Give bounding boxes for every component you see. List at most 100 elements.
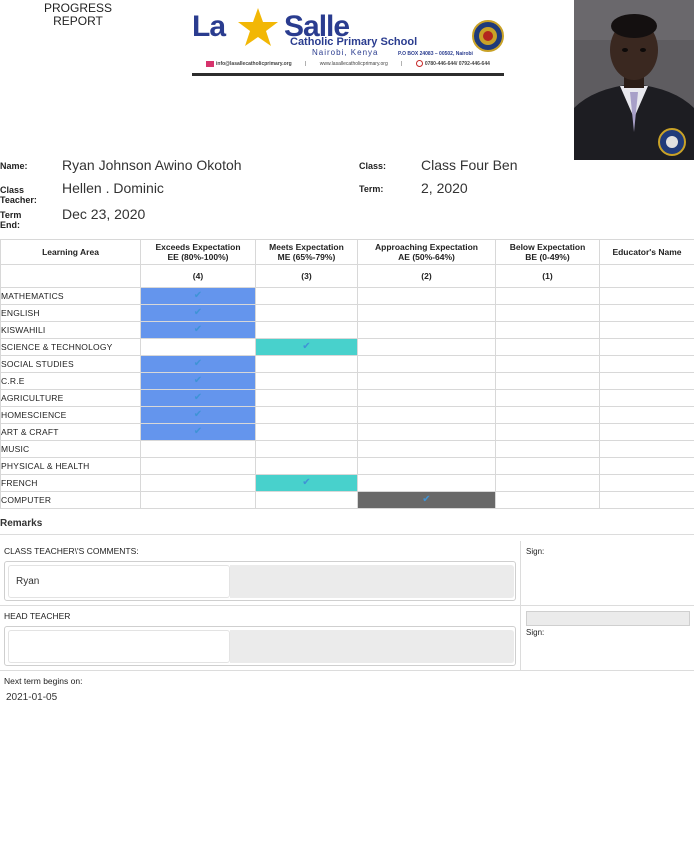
phone-icon [415,60,423,67]
head-teacher-comment-box[interactable] [4,626,516,666]
grades-table: Learning Area Exceeds Expectation EE (80%… [0,239,694,509]
check-icon: ✔ [193,290,203,301]
class-label: Class: [359,161,387,171]
educator-cell [599,287,694,305]
educator-cell [599,355,694,373]
score-ae: (2) [357,264,496,288]
subject-name: PHYSICAL & HEALTH [0,457,141,475]
grade-cell-ae [357,287,496,305]
grade-cell-ee [140,491,256,509]
check-icon: ✔ [193,324,203,335]
educator-cell [599,474,694,492]
grade-cell-be [495,423,600,441]
table-row: ART & CRAFT ✔ [0,423,694,441]
sign-column-divider [520,541,521,670]
subject-name: C.R.E [0,372,141,390]
header-me: Meets Expectation ME (65%-79%) [255,239,358,265]
logo-brand-la: La [192,10,226,43]
star-icon [238,8,278,46]
grade-cell-me [255,355,358,373]
check-icon: ✔ [302,341,311,352]
subject-name: MUSIC [0,440,141,458]
grade-cell-me: ✔ [255,338,358,356]
grade-cell-ae [357,423,496,441]
head-teacher-comment[interactable] [8,630,230,663]
educator-cell [599,406,694,424]
check-icon: ✔ [193,358,203,369]
grade-cell-be [495,474,600,492]
subject-name: SCIENCE & TECHNOLOGY [0,338,141,356]
table-row: PHYSICAL & HEALTH [0,457,694,475]
table-row: SCIENCE & TECHNOLOGY ✔ [0,338,694,356]
check-icon: ✔ [193,426,203,437]
grade-cell-me [255,372,358,390]
score-empty [0,264,141,288]
grade-cell-me [255,287,358,305]
grade-cell-me [255,321,358,339]
subject-name: AGRICULTURE [0,389,141,407]
grade-cell-ae: ✔ [357,491,496,509]
class-teacher-comment-box[interactable]: Ryan [4,561,516,601]
header-learning-area: Learning Area [0,239,141,265]
score-ee: (4) [140,264,256,288]
grade-cell-ae [357,474,496,492]
subject-name: SOCIAL STUDIES [0,355,141,373]
student-name: Ryan Johnson Awino Okotoh [62,157,242,173]
subject-name: KISWAHILI [0,321,141,339]
student-photo [574,0,694,160]
grade-cell-ae [357,406,496,424]
class-teacher-comment-extra [230,565,514,598]
subject-name: HOMESCIENCE [0,406,141,424]
table-row: HOMESCIENCE ✔ [0,406,694,424]
grade-cell-me [255,491,358,509]
next-term-label: Next term begins on: [4,676,83,686]
student-photo-image [574,0,694,160]
logo-separator: | [305,60,307,67]
grade-cell-ee [140,440,256,458]
class-teacher: Hellen . Dominic [62,180,164,196]
grade-cell-ee: ✔ [140,287,256,305]
next-term-date: 2021-01-05 [6,692,58,703]
grade-cell-be [495,338,600,356]
score-be: (1) [495,264,600,288]
grade-cell-ae [357,372,496,390]
grade-cell-ae [357,389,496,407]
educator-cell [599,423,694,441]
subject-name: ENGLISH [0,304,141,322]
remarks-title: Remarks [0,518,43,529]
table-row: ENGLISH ✔ [0,304,694,322]
grade-cell-ee: ✔ [140,372,256,390]
email-icon [206,60,214,67]
class-teacher-comment[interactable]: Ryan [8,565,230,598]
grade-cell-ae [357,304,496,322]
table-row: C.R.E ✔ [0,372,694,390]
educator-cell [599,338,694,356]
student-class: Class Four Ben [421,157,518,173]
grade-cell-me: ✔ [255,474,358,492]
divider [0,605,694,606]
header-educator: Educator's Name [599,239,694,265]
educator-cell [599,321,694,339]
divider [0,670,694,671]
head-teacher-sign-field[interactable] [526,611,690,626]
school-logo: La Salle Catholic Primary School Nairobi… [192,6,504,77]
grade-cell-me [255,457,358,475]
grade-cell-ee [140,457,256,475]
grade-cell-me [255,423,358,441]
table-row: COMPUTER ✔ [0,491,694,509]
logo-website: www.lasallecatholicprimary.org [319,60,388,67]
logo-school-name: Catholic Primary School [290,36,418,48]
term-value: 2, 2020 [421,180,468,196]
table-row: FRENCH ✔ [0,474,694,492]
grade-cell-be [495,355,600,373]
grade-cell-ee: ✔ [140,321,256,339]
grades-header-row: Learning Area Exceeds Expectation EE (80%… [0,239,694,265]
grade-cell-ee: ✔ [140,423,256,441]
logo-phone: 0780-446-644/ 0792-446-644 [424,60,490,67]
educator-cell [599,491,694,509]
logo-location: Nairobi, Kenya [312,48,379,57]
check-icon: ✔ [193,375,203,386]
name-label: Name: [0,161,28,171]
educator-cell [599,440,694,458]
term-end-label: Term End: [0,210,22,230]
